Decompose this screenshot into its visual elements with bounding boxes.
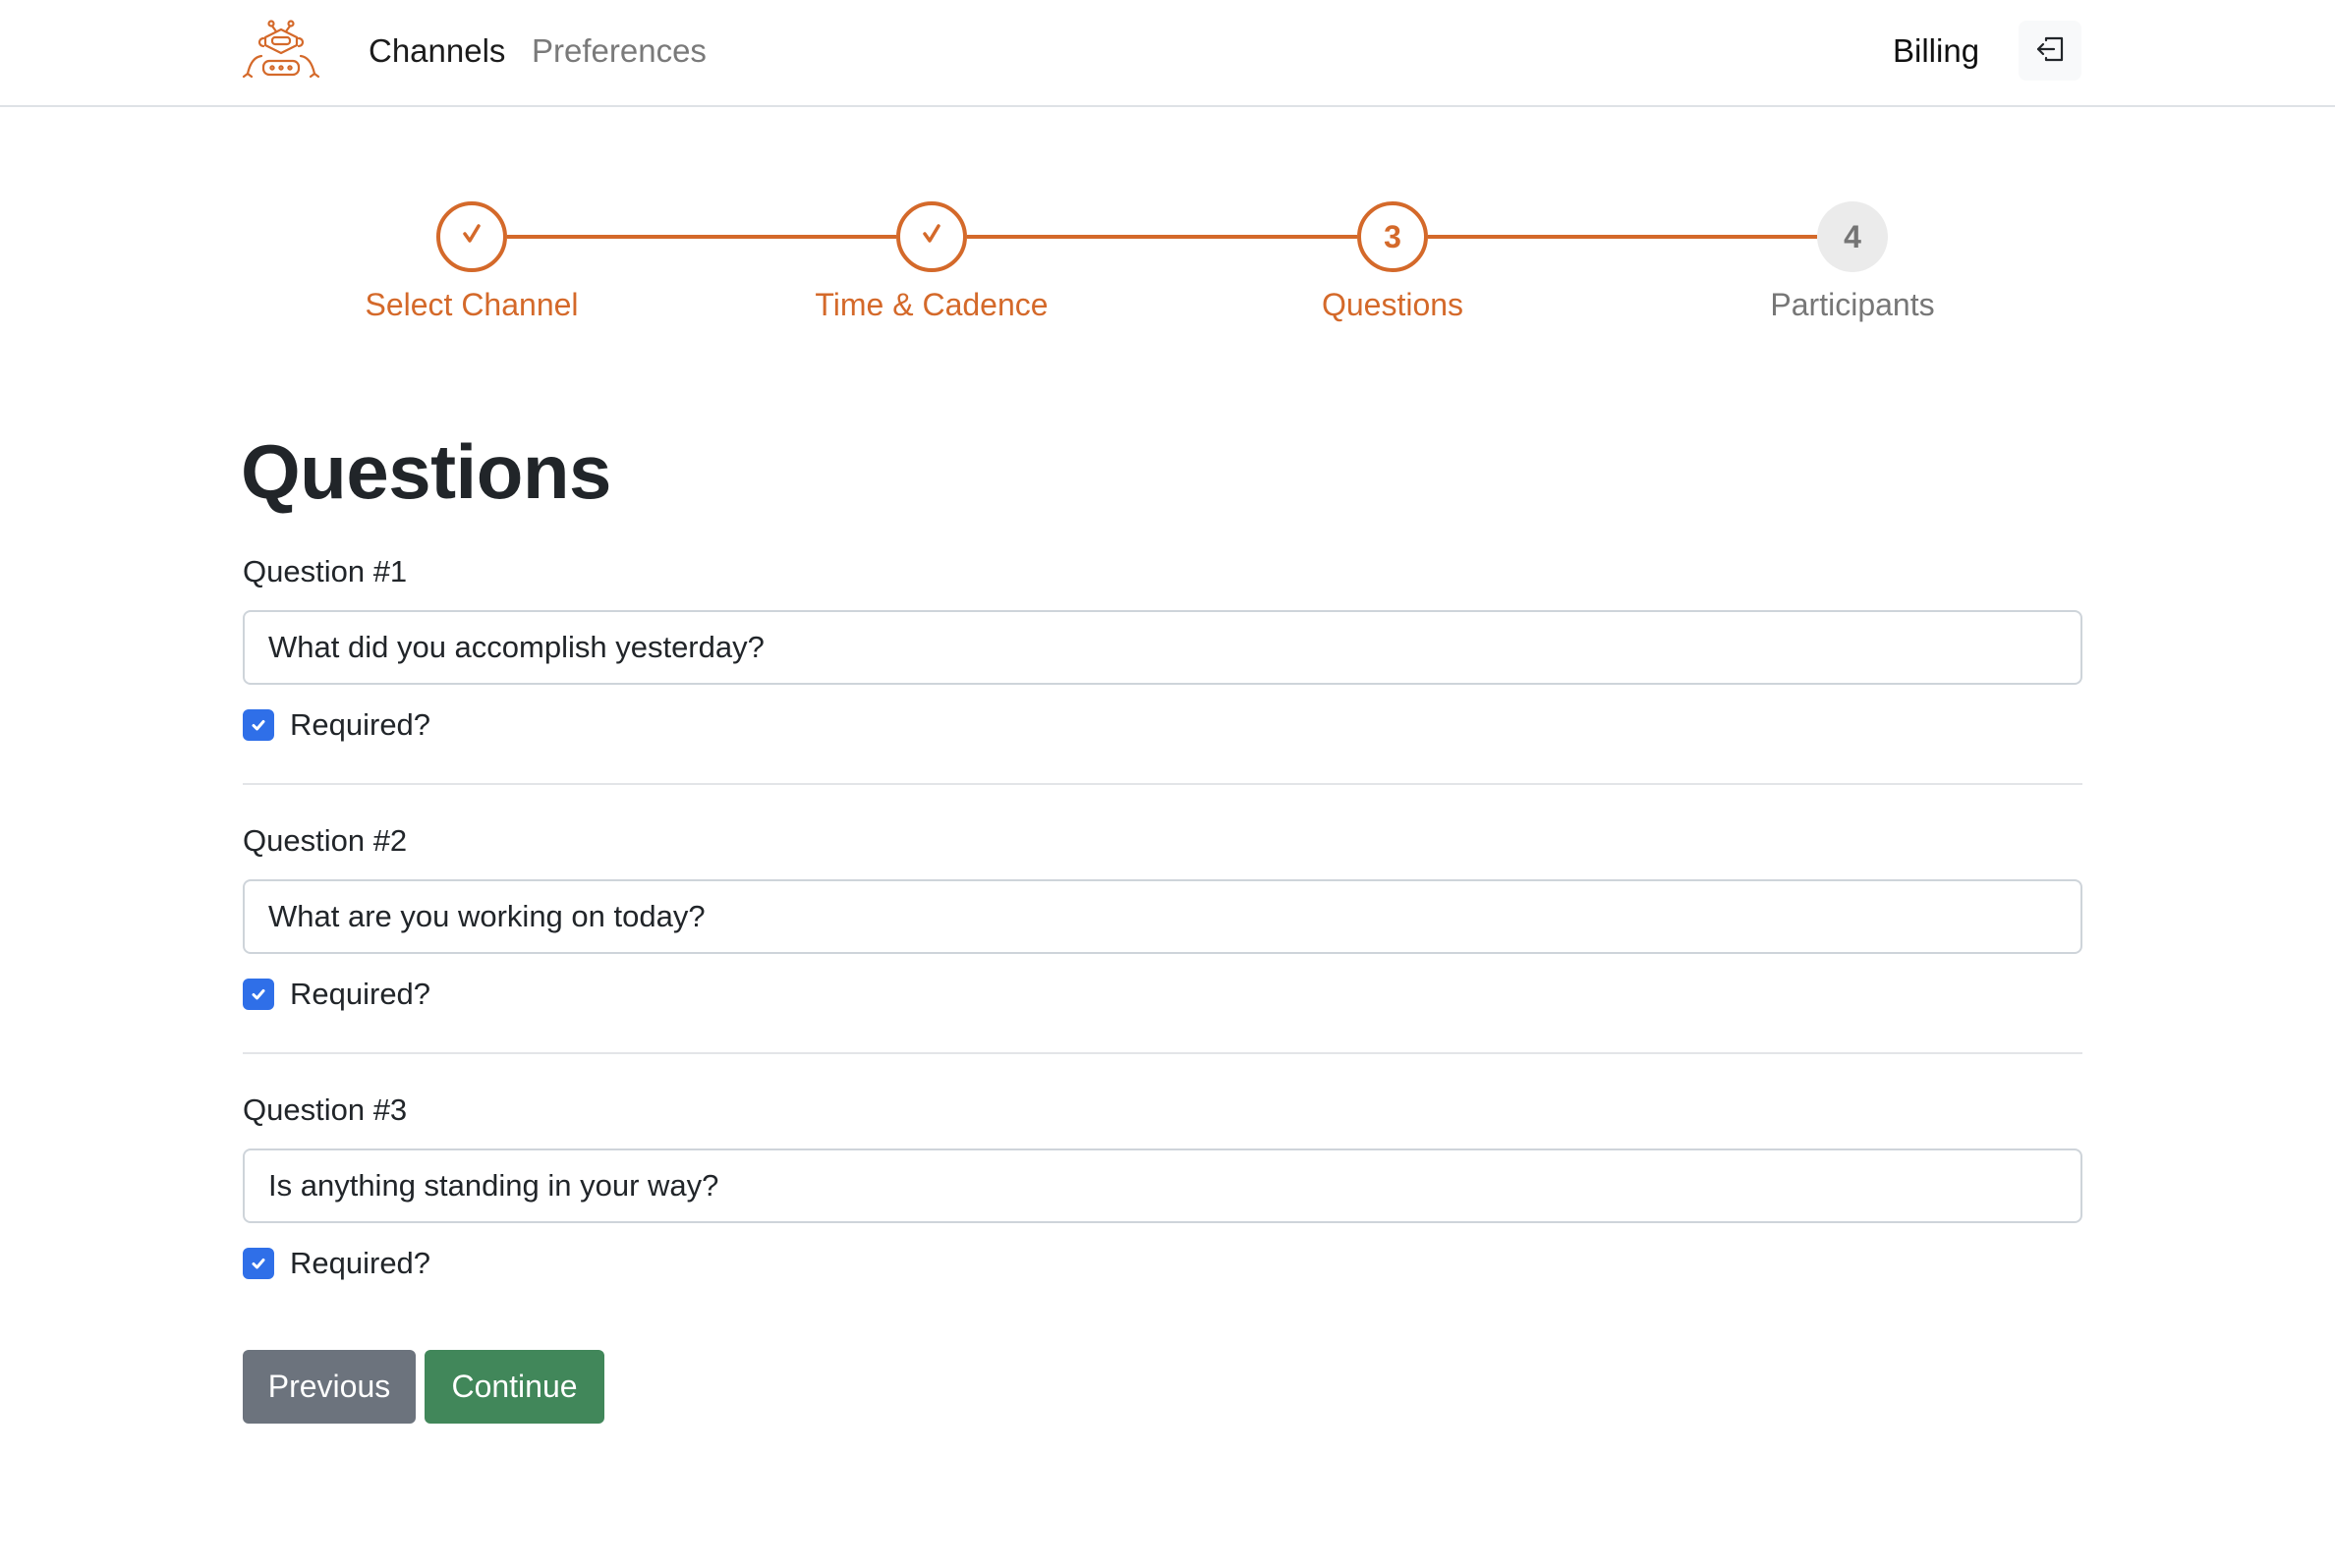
divider [243,1052,2082,1054]
nav-link-preferences[interactable]: Preferences [532,29,707,73]
check-icon [458,219,485,255]
question-1-label: Question #1 [243,554,408,588]
continue-button[interactable]: Continue [425,1350,604,1424]
previous-button[interactable]: Previous [243,1350,416,1424]
required-label: Required? [290,707,431,742]
checkbox-checked-icon[interactable] [243,979,274,1010]
robot-logo-icon[interactable] [242,20,322,81]
step-2-label[interactable]: Time & Cadence [784,285,1079,324]
logout-icon [2035,36,2065,65]
step-connector [507,235,896,239]
required-label: Required? [290,1246,431,1280]
nav-link-channels[interactable]: Channels [369,29,505,73]
question-3-required-checkbox[interactable]: Required? [243,1244,430,1283]
nav-link-billing[interactable]: Billing [1893,29,1979,73]
page-title: Questions [241,428,611,515]
checkbox-checked-icon[interactable] [243,709,274,741]
step-1-circle[interactable] [436,201,507,272]
question-2-input[interactable] [243,879,2082,954]
question-2-label: Question #2 [243,823,408,858]
check-icon [918,219,945,255]
checkbox-checked-icon[interactable] [243,1248,274,1279]
step-1-label[interactable]: Select Channel [324,285,619,324]
logout-button[interactable] [2019,21,2081,81]
step-2-circle[interactable] [896,201,967,272]
top-navbar: Channels Preferences Billing [0,0,2335,107]
step-4-label[interactable]: Participants [1705,285,2000,324]
required-label: Required? [290,977,431,1011]
step-connector [967,235,1357,239]
step-3-label[interactable]: Questions [1245,285,1540,324]
step-connector [1428,235,1817,239]
step-4-circle[interactable]: 4 [1817,201,1888,272]
question-3-input[interactable] [243,1148,2082,1223]
question-1-required-checkbox[interactable]: Required? [243,705,430,745]
question-2-required-checkbox[interactable]: Required? [243,975,430,1014]
divider [243,783,2082,785]
question-1-input[interactable] [243,610,2082,685]
step-3-circle[interactable]: 3 [1357,201,1428,272]
question-3-label: Question #3 [243,1092,408,1127]
